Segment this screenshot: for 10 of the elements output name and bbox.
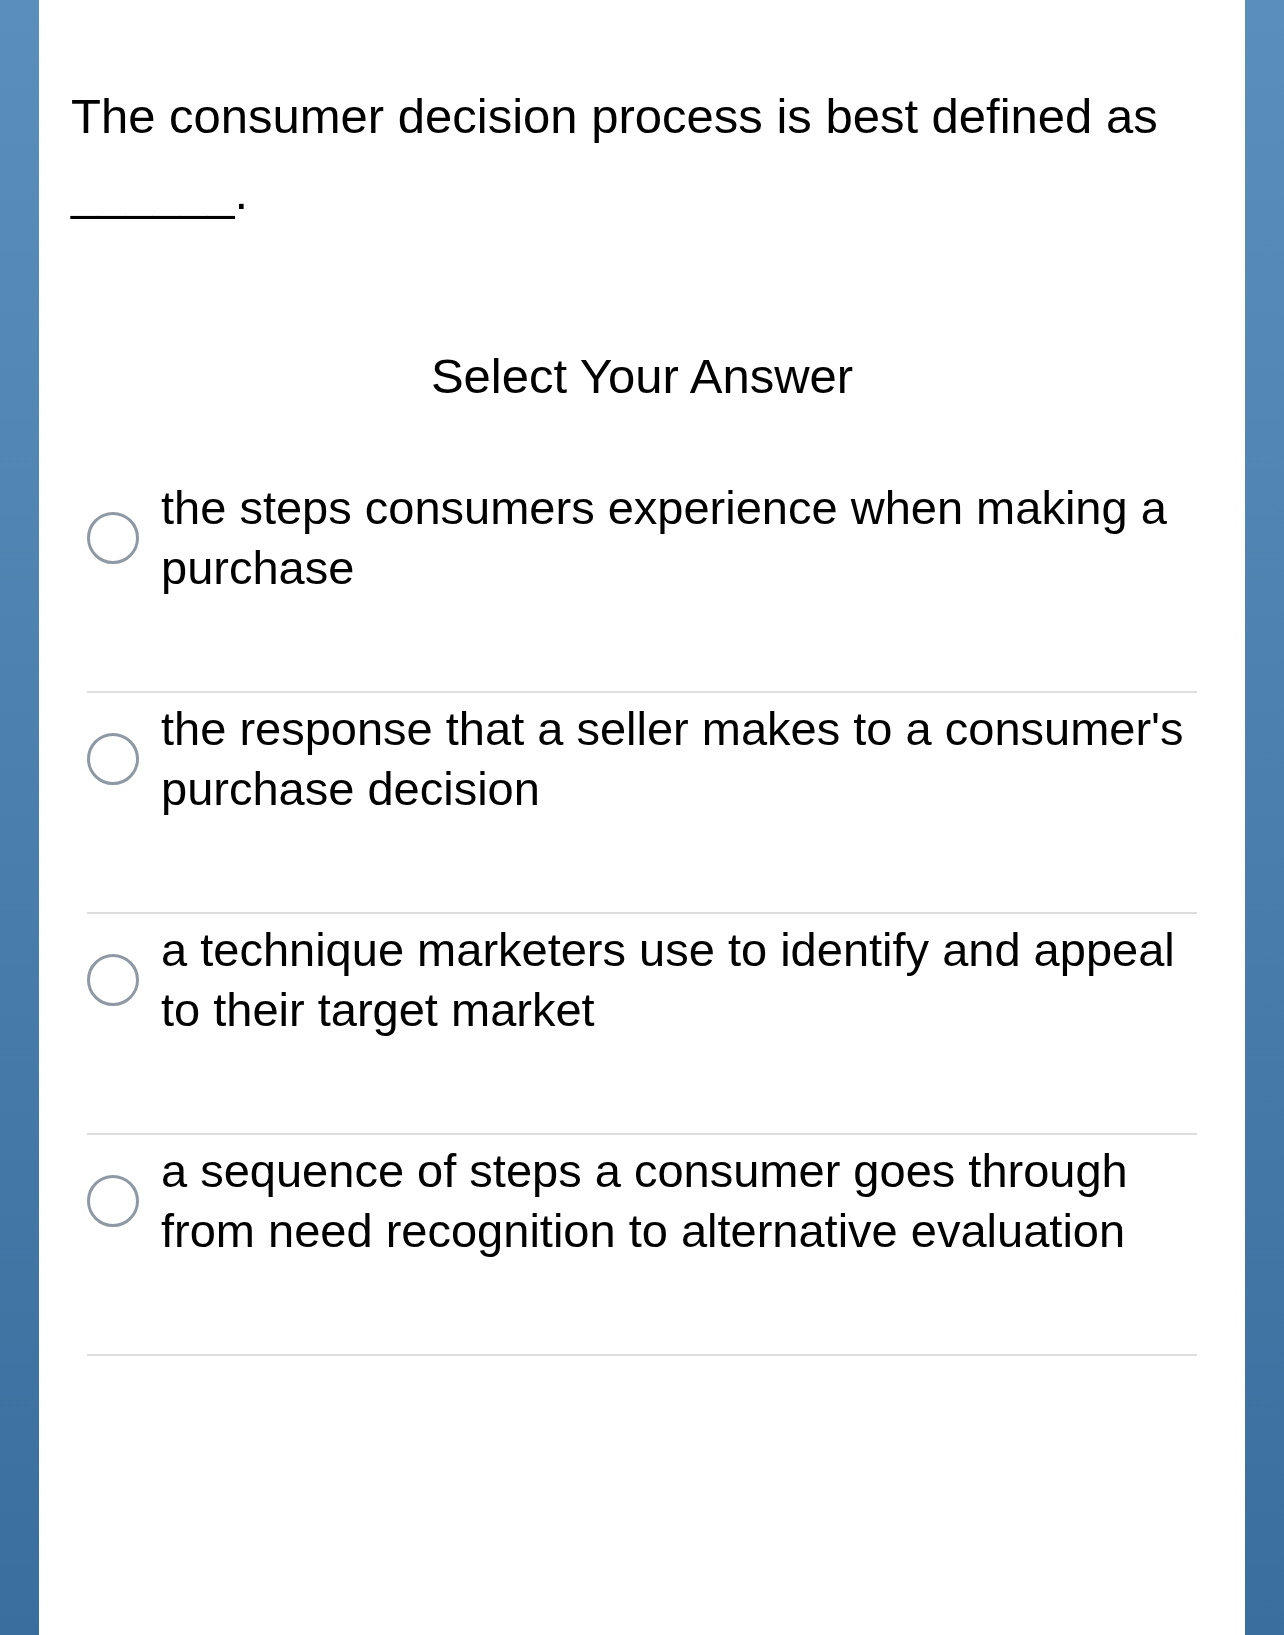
- radio-button[interactable]: [87, 511, 139, 564]
- answer-option[interactable]: the steps consumers experience when making a purchase: [161, 477, 1197, 598]
- answer-option[interactable]: a technique marketers use to identify and appeal to their target market: [161, 919, 1197, 1040]
- radio-button[interactable]: [87, 1174, 139, 1227]
- question-text: The consumer decision process is best defined as ______.: [71, 88, 1159, 221]
- answer-option[interactable]: a sequence of steps a consumer goes through from need recognition to alternative evaluation: [161, 1140, 1197, 1261]
- prompt-heading: Select Your Answer: [430, 348, 854, 405]
- radio-button[interactable]: [87, 732, 139, 785]
- radio-button[interactable]: [87, 953, 139, 1006]
- answer-option[interactable]: the response that a seller makes to a consumer's purchase decision: [161, 698, 1197, 819]
